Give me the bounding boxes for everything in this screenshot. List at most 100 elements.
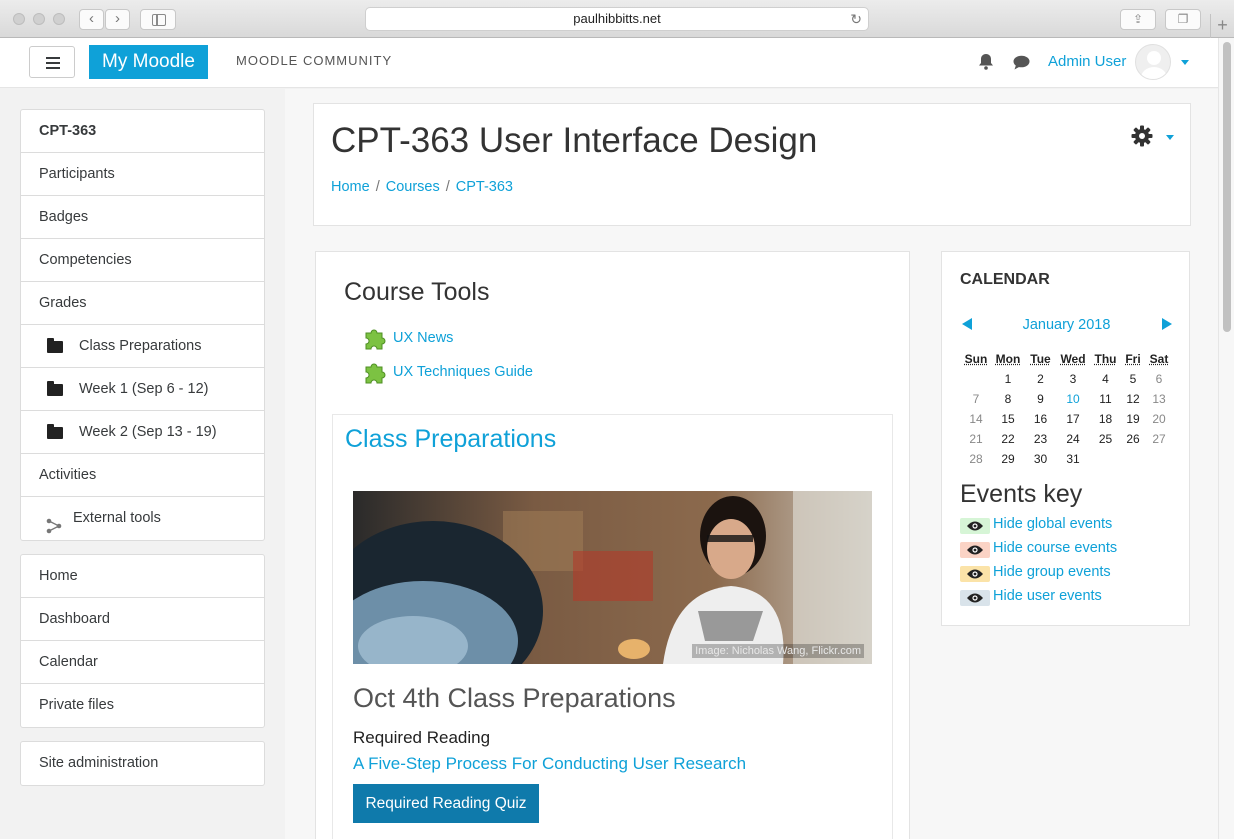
eye-icon [960,518,990,534]
drawer-item-week-1[interactable]: Week 1 (Sep 6 - 12) [21,368,264,411]
calendar-day-today[interactable]: 10 [1055,389,1091,409]
calendar-day[interactable]: 18 [1091,409,1120,429]
page-scrollbar[interactable] [1218,38,1234,839]
nav-drawer: CPT-363 Participants Badges Competencies… [0,89,285,839]
breadcrumb-home[interactable]: Home [331,179,370,195]
calendar-day[interactable]: 27 [1146,429,1172,449]
forward-button[interactable]: › [105,9,130,30]
drawer-toggle-button[interactable] [29,46,75,78]
drawer-item-class-preparations[interactable]: Class Preparations [21,325,264,368]
calendar-week-row: 7 8 9 10 11 12 13 [962,389,1172,409]
drawer-item-activities[interactable]: Activities [21,454,264,497]
calendar-day[interactable]: 7 [962,389,990,409]
breadcrumb: Home / Courses / CPT-363 [331,179,513,195]
settings-caret-icon[interactable] [1166,135,1174,140]
back-button[interactable]: ‹ [79,9,104,30]
calendar-week-row: 28 29 30 31 [962,449,1172,469]
moodle-community-link[interactable]: MOODLE COMMUNITY [236,53,392,68]
tabs-overview-button[interactable]: ❐ [1165,9,1201,30]
drawer-item-dashboard[interactable]: Dashboard [21,598,264,641]
user-menu-name[interactable]: Admin User [1048,53,1126,70]
required-reading-link[interactable]: A Five-Step Process For Conducting User … [353,754,746,774]
drawer-item-site-administration[interactable]: Site administration [21,742,264,785]
calendar-day[interactable]: 3 [1055,369,1091,389]
eye-icon [960,542,990,558]
calendar-day[interactable]: 4 [1091,369,1120,389]
minimize-window-button[interactable] [33,13,45,25]
address-bar[interactable]: paulhibbitts.net ↻ [365,7,869,31]
calendar-day[interactable]: 8 [990,389,1026,409]
calendar-day[interactable]: 12 [1120,389,1146,409]
eye-icon [960,590,990,606]
drawer-item-external-tools[interactable]: External tools [21,497,264,540]
required-reading-quiz-button[interactable]: Required Reading Quiz [353,784,539,823]
drawer-item-week-2[interactable]: Week 2 (Sep 13 - 19) [21,411,264,454]
calendar-month-link[interactable]: January 2018 [942,317,1191,333]
calendar-day[interactable]: 21 [962,429,990,449]
image-credit: Image: Nicholas Wang, Flickr.com [692,644,864,658]
calendar-day[interactable]: 17 [1055,409,1091,429]
drawer-item-private-files[interactable]: Private files [21,684,264,727]
moodle-navbar: My Moodle MOODLE COMMUNITY Admin User [0,38,1218,88]
next-month-arrow-icon[interactable] [1162,318,1172,330]
drawer-item-badges[interactable]: Badges [21,196,264,239]
calendar-day[interactable]: 24 [1055,429,1091,449]
calendar-day[interactable]: 14 [962,409,990,429]
calendar-day[interactable]: 5 [1120,369,1146,389]
calendar-day[interactable]: 6 [1146,369,1172,389]
scrollbar-thumb[interactable] [1223,42,1231,332]
calendar-day[interactable]: 23 [1026,429,1055,449]
share-icon: ⇪ [1132,12,1144,26]
user-menu-caret-icon[interactable] [1181,60,1189,65]
calendar-day[interactable]: 30 [1026,449,1055,469]
new-tab-button[interactable]: + [1210,14,1234,38]
drawer-item-course[interactable]: CPT-363 [21,110,264,153]
folder-icon [47,338,63,353]
drawer-item-competencies[interactable]: Competencies [21,239,264,282]
calendar-day[interactable]: 19 [1120,409,1146,429]
calendar-day[interactable]: 16 [1026,409,1055,429]
calendar-day[interactable]: 26 [1120,429,1146,449]
drawer-item-grades[interactable]: Grades [21,282,264,325]
calendar-day[interactable]: 15 [990,409,1026,429]
messages-chat-icon[interactable] [1013,55,1030,75]
calendar-day[interactable]: 2 [1026,369,1055,389]
notifications-bell-icon[interactable] [978,53,994,75]
calendar-day[interactable]: 22 [990,429,1026,449]
calendar-day[interactable]: 1 [990,369,1026,389]
calendar-day[interactable]: 9 [1026,389,1055,409]
drawer-item-calendar[interactable]: Calendar [21,641,264,684]
site-brand[interactable]: My Moodle [89,45,208,79]
calendar-heading: CALENDAR [960,271,1050,288]
calendar-block: CALENDAR January 2018 Sun Mon Tue Wed Th… [941,251,1190,626]
course-tools-heading: Course Tools [344,278,490,306]
breadcrumb-course[interactable]: CPT-363 [456,179,513,195]
drawer-item-participants[interactable]: Participants [21,153,264,196]
course-nav-group: CPT-363 Participants Badges Competencies… [20,109,265,541]
share-button[interactable]: ⇪ [1120,9,1156,30]
user-avatar[interactable] [1135,44,1171,80]
calendar-day[interactable]: 25 [1091,429,1120,449]
calendar-day[interactable]: 11 [1091,389,1120,409]
hamburger-icon [46,57,60,59]
class-preparations-title[interactable]: Class Preparations [345,425,556,454]
calendar-day[interactable]: 20 [1146,409,1172,429]
close-window-button[interactable] [13,13,25,25]
breadcrumb-courses[interactable]: Courses [386,179,440,195]
calendar-day[interactable]: 31 [1055,449,1091,469]
sidebar-toggle-button[interactable] [140,9,176,30]
weekday-header: Sat [1149,352,1169,366]
eye-icon [960,566,990,582]
calendar-day[interactable]: 28 [962,449,990,469]
site-nav-group: Home Dashboard Calendar Private files [20,554,265,728]
zoom-window-button[interactable] [53,13,65,25]
reload-icon[interactable]: ↻ [850,8,862,30]
calendar-day[interactable]: 13 [1146,389,1172,409]
weekday-header: Mon [995,352,1021,366]
course-settings-gear-icon[interactable] [1131,125,1153,152]
page-title: CPT-363 User Interface Design [331,121,818,160]
class-preparations-section: Class Preparations Image: Nicholas Wang,… [332,414,893,839]
calendar-day[interactable]: 29 [990,449,1026,469]
drawer-item-home[interactable]: Home [21,555,264,598]
puzzle-piece-icon [362,325,388,355]
